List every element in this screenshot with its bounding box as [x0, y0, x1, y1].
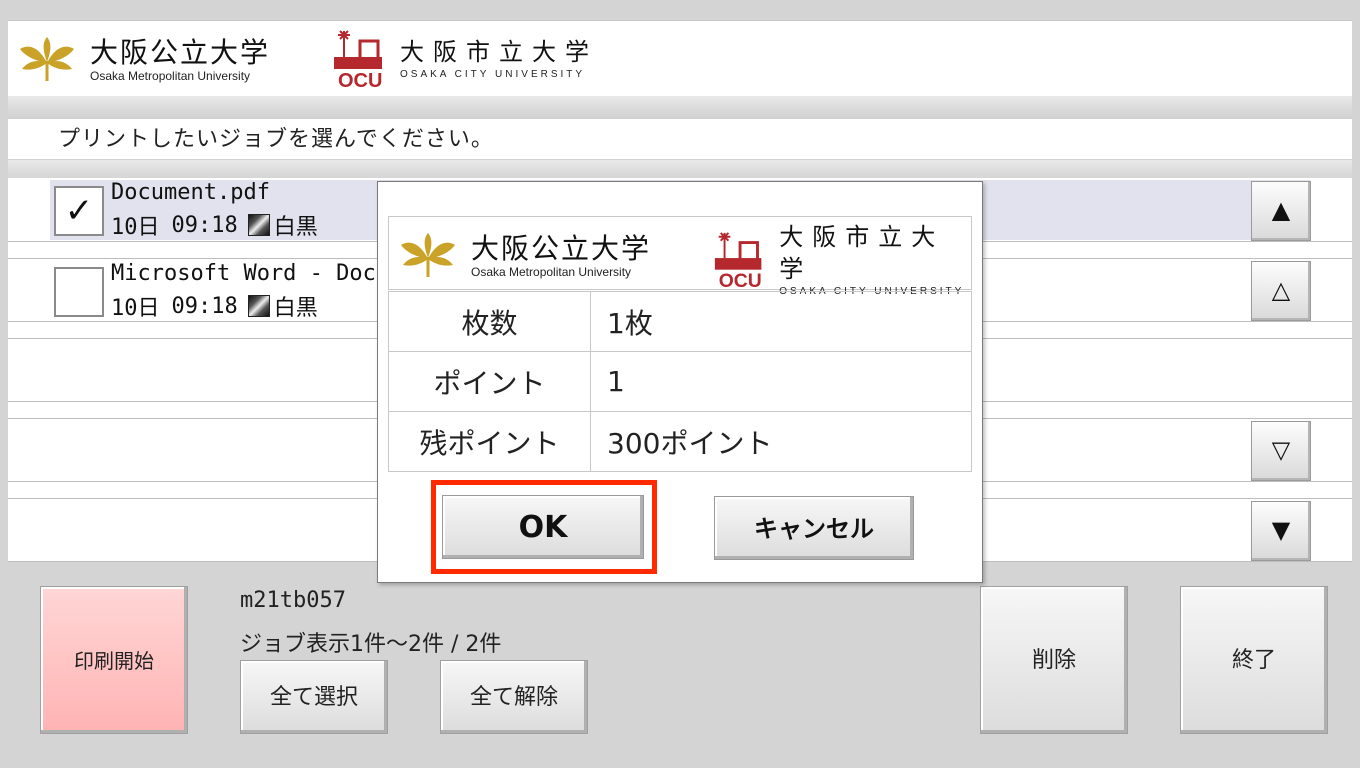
cancel-button[interactable]: キャンセル — [714, 496, 914, 560]
ocu-logo: OCU 大阪市立大学 OSAKA CITY UNIVERSITY — [711, 221, 971, 299]
job-name: Microsoft Word - Docu — [111, 261, 390, 286]
separator-band — [8, 96, 1352, 120]
monochrome-icon — [247, 295, 270, 317]
ocu-emblem-icon: OCU — [334, 30, 382, 91]
job-time: 09:18 — [171, 293, 238, 319]
instruction-text: プリントしたいジョブを選んでください。 — [8, 118, 1352, 160]
select-all-button[interactable]: 全て選択 — [240, 660, 388, 734]
omu-name-jp: 大阪公立大学 — [90, 36, 271, 69]
job-color-mode: 白黒 — [273, 215, 318, 240]
summary-value: 1枚 — [590, 291, 972, 352]
summary-label: ポイント — [388, 351, 591, 412]
summary-row: ポイント 1 — [388, 351, 972, 412]
ginkgo-leaf-icon — [401, 233, 455, 277]
ginkgo-leaf-icon — [20, 37, 74, 81]
bottom-bar: 印刷開始 m21tb057 ジョブ表示1件～2件 / 2件 全て選択 全て解除 … — [0, 570, 1360, 768]
dialog-logos: 大阪公立大学 Osaka Metropolitan University OCU… — [388, 216, 972, 297]
job-count: ジョブ表示1件～2件 / 2件 — [240, 632, 502, 657]
job-time: 09:18 — [171, 212, 238, 238]
job-date: 10日 — [111, 215, 160, 240]
ocu-emblem-icon: OCU — [714, 232, 762, 292]
scroll-page-up-button[interactable]: △ — [1251, 261, 1311, 321]
header-bar: 大阪公立大学 Osaka Metropolitan University OCU… — [8, 20, 1352, 96]
summary-label: 残ポイント — [388, 411, 591, 472]
confirm-dialog: 大阪公立大学 Osaka Metropolitan University OCU… — [377, 181, 983, 583]
user-id: m21tb057 — [240, 588, 346, 613]
ocu-logo: OCU 大阪市立大学 OSAKA CITY UNIVERSITY — [330, 27, 598, 91]
omu-name-jp: 大阪公立大学 — [471, 232, 652, 265]
job-checkbox[interactable]: ✓ — [54, 186, 104, 236]
print-start-button[interactable]: 印刷開始 — [40, 586, 188, 734]
omu-logo: 大阪公立大学 Osaka Metropolitan University — [399, 231, 651, 281]
summary-value: 300ポイント — [590, 411, 972, 472]
scroll-top-button[interactable]: ▲ — [1251, 181, 1311, 241]
job-meta: 10日 09:18 白黒 — [111, 290, 318, 322]
job-meta: 10日 09:18 白黒 — [111, 209, 318, 241]
svg-text:OCU: OCU — [338, 70, 382, 91]
print-summary-table: 枚数 1枚 ポイント 1 残ポイント 300ポイント — [388, 291, 972, 472]
ocu-name-en: OSAKA CITY UNIVERSITY — [400, 69, 586, 80]
ocu-name-jp: 大阪市立大学 — [779, 223, 945, 283]
ok-button[interactable]: OK — [442, 495, 644, 559]
summary-row: 枚数 1枚 — [388, 291, 972, 352]
svg-text:OCU: OCU — [719, 270, 762, 292]
exit-button[interactable]: 終了 — [1180, 586, 1328, 734]
omu-name-en: Osaka Metropolitan University — [471, 265, 632, 279]
summary-label: 枚数 — [388, 291, 591, 352]
job-name: Document.pdf — [111, 180, 270, 205]
job-color-mode: 白黒 — [273, 296, 318, 321]
summary-value: 1 — [590, 351, 972, 412]
scroll-bottom-button[interactable]: ▼ — [1251, 501, 1311, 561]
clear-all-button[interactable]: 全て解除 — [440, 660, 588, 734]
monochrome-icon — [247, 214, 270, 236]
job-checkbox[interactable] — [54, 267, 104, 317]
omu-logo: 大阪公立大学 Osaka Metropolitan University — [18, 35, 270, 85]
ocu-name-jp: 大阪市立大学 — [400, 38, 598, 66]
delete-button[interactable]: 削除 — [980, 586, 1128, 734]
scroll-page-down-button[interactable]: ▽ — [1251, 421, 1311, 481]
omu-name-en: Osaka Metropolitan University — [90, 69, 251, 83]
job-date: 10日 — [111, 296, 160, 321]
summary-row: 残ポイント 300ポイント — [388, 411, 972, 472]
